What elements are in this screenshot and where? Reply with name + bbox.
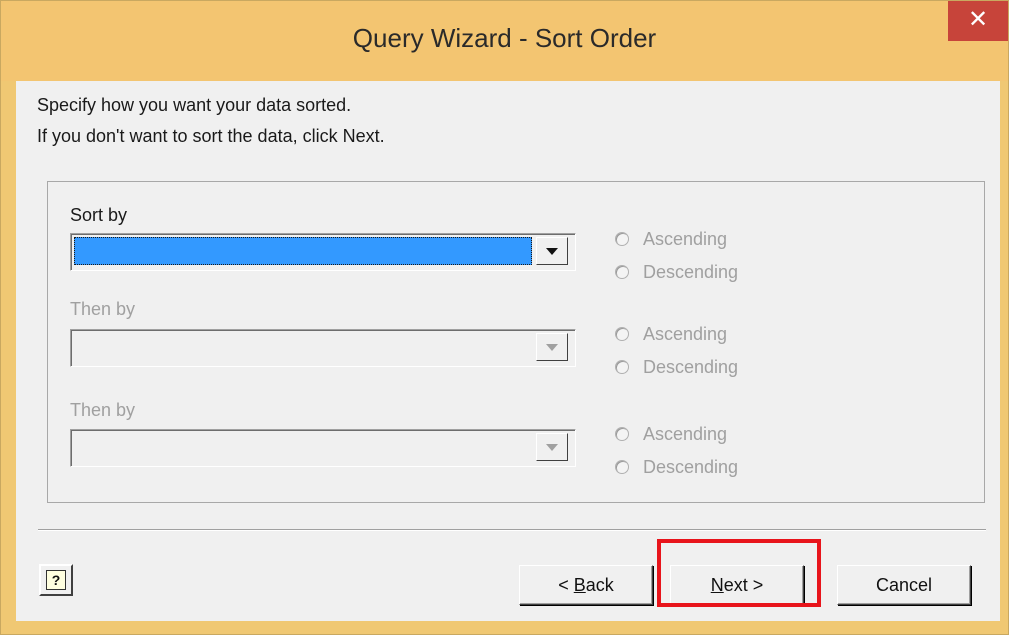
radio-circle-icon: [615, 327, 629, 341]
chevron-down-icon: [546, 443, 558, 451]
window-title: Query Wizard - Sort Order: [352, 23, 657, 53]
ascending-label: Ascending: [643, 228, 728, 249]
help-button[interactable]: ?: [39, 564, 73, 596]
radio-circle-icon: [615, 460, 629, 474]
sort-by-ascending-radio[interactable]: Ascending: [615, 227, 727, 251]
then-by-2-ascending-radio[interactable]: Ascending: [615, 422, 727, 446]
ascending-label: Ascending: [643, 423, 728, 444]
then-by-2-dropdown[interactable]: [70, 429, 576, 467]
sort-by-dropdown-button[interactable]: [536, 237, 568, 265]
cancel-button[interactable]: Cancel: [837, 565, 971, 605]
then-by-1-dropdown-button[interactable]: [536, 333, 568, 361]
instruction-line-1: Specify how you want your data sorted.: [37, 95, 352, 115]
chevron-down-icon: [546, 343, 558, 351]
help-icon: ?: [46, 570, 66, 590]
chevron-down-icon: [546, 247, 558, 255]
next-button-highlight: [657, 539, 821, 607]
sort-by-field[interactable]: [74, 237, 532, 265]
then-by-2-label: Then by: [70, 400, 136, 420]
then-by-2-field[interactable]: [74, 433, 532, 461]
divider-highlight: [38, 530, 986, 531]
descending-label: Descending: [643, 356, 739, 377]
sort-by-dropdown[interactable]: [70, 233, 576, 271]
close-icon: ✕: [967, 6, 989, 33]
then-by-1-ascending-radio[interactable]: Ascending: [615, 322, 727, 346]
descending-label: Descending: [643, 456, 739, 477]
sort-options-group: Sort by Ascending Descending Then by Asc…: [47, 181, 985, 503]
sort-by-label: Sort by: [70, 205, 128, 225]
then-by-1-field[interactable]: [74, 333, 532, 361]
then-by-2-descending-radio[interactable]: Descending: [615, 455, 738, 479]
then-by-1-dropdown[interactable]: [70, 329, 576, 367]
query-wizard-window: Query Wizard - Sort Order ✕ Specify how …: [0, 0, 1009, 635]
back-rest: ack: [585, 574, 614, 595]
then-by-2-dropdown-button[interactable]: [536, 433, 568, 461]
instruction-line-2: If you don't want to sort the data, clic…: [37, 126, 385, 146]
ascending-label: Ascending: [643, 323, 728, 344]
descending-label: Descending: [643, 261, 739, 282]
radio-circle-icon: [615, 427, 629, 441]
sort-by-descending-radio[interactable]: Descending: [615, 260, 738, 284]
back-prefix: <: [558, 574, 574, 595]
radio-circle-icon: [615, 232, 629, 246]
title-bar[interactable]: Query Wizard - Sort Order ✕: [1, 1, 1008, 81]
back-mnemonic: B: [573, 574, 586, 595]
then-by-1-label: Then by: [70, 299, 136, 319]
radio-circle-icon: [615, 360, 629, 374]
then-by-1-descending-radio[interactable]: Descending: [615, 355, 738, 379]
close-button[interactable]: ✕: [948, 1, 1008, 41]
radio-circle-icon: [615, 265, 629, 279]
dialog-body: Specify how you want your data sorted. I…: [16, 81, 1000, 621]
back-button[interactable]: < Back: [519, 565, 653, 605]
